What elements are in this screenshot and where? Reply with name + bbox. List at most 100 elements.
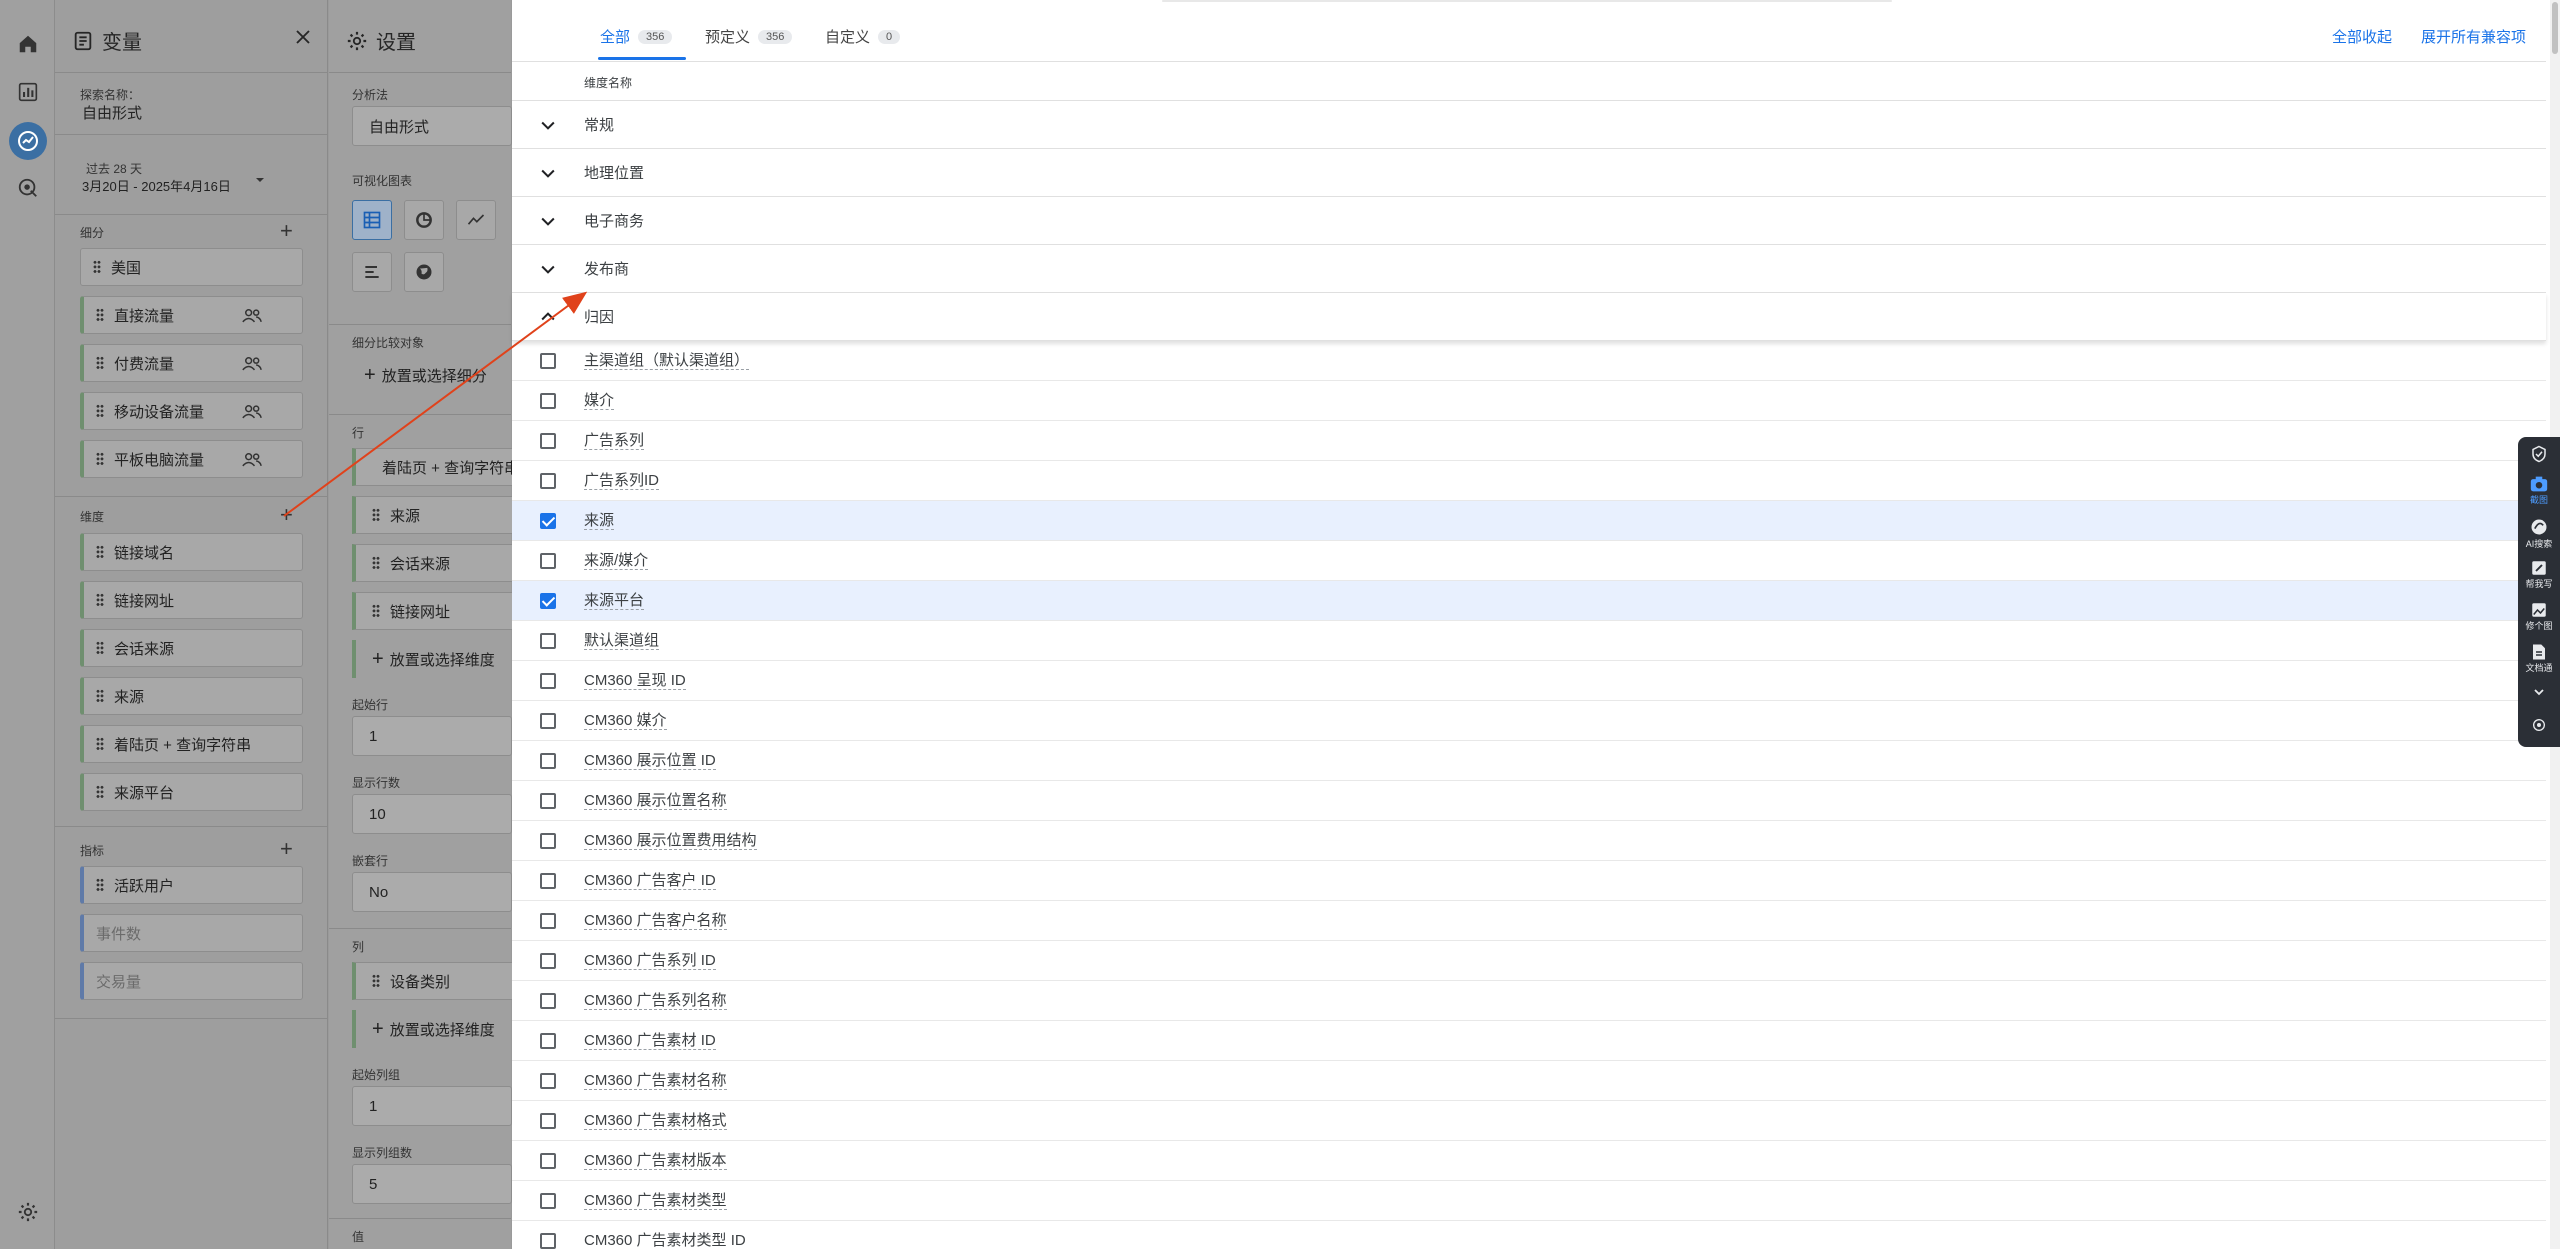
category-group[interactable]: 地理位置 [512,149,2546,197]
drag-handle-icon[interactable] [96,737,104,751]
target-icon[interactable] [2518,717,2560,733]
checkbox[interactable] [540,713,556,729]
dimension-row[interactable]: CM360 广告素材类型 ID [512,1221,2546,1249]
segment-chip[interactable]: 移动设备流量 [80,392,303,430]
line-viz-icon[interactable] [456,200,496,240]
row-dimension-chip[interactable]: 链接网址 [352,592,512,630]
dimension-row[interactable]: CM360 广告素材 ID [512,1021,2546,1061]
checkbox[interactable] [540,1193,556,1209]
dimension-row[interactable]: CM360 广告素材格式 [512,1101,2546,1141]
home-icon[interactable] [14,30,42,58]
drag-handle-icon[interactable] [96,404,104,418]
checkbox[interactable] [540,593,556,609]
checkbox[interactable] [540,953,556,969]
category-group[interactable]: 常规 [512,101,2546,149]
checkbox[interactable] [540,833,556,849]
segment-chip[interactable]: 美国 [80,248,303,286]
row-dimension-chip[interactable]: 着陆页 + 查询字符串 [352,448,519,486]
chevron-up-icon[interactable] [538,307,558,332]
dimension-row[interactable]: 来源平台 [512,581,2546,621]
checkbox[interactable] [540,673,556,689]
dimension-row[interactable]: CM360 广告素材版本 [512,1141,2546,1181]
image-edit-button[interactable]: 修个图 [2518,601,2560,632]
dimension-row[interactable]: CM360 展示位置 ID [512,741,2546,781]
drag-handle-icon[interactable] [96,308,104,322]
write-button[interactable]: 帮我写 [2518,559,2560,590]
checkbox[interactable] [540,1033,556,1049]
segment-chip[interactable]: 平板电脑流量 [80,440,303,478]
dimension-row[interactable]: CM360 展示位置费用结构 [512,821,2546,861]
segment-drop-zone[interactable]: + 放置或选择细分 [352,356,512,394]
explore-icon[interactable] [9,122,47,160]
dimension-chip[interactable]: 来源 [80,677,303,715]
add-metric-button[interactable]: + [280,838,293,860]
ai-search-button[interactable]: AI搜索 [2518,517,2560,550]
drag-handle-icon[interactable] [93,260,101,274]
add-dimension-button[interactable]: + [280,504,293,526]
start-row-input[interactable]: 1 [352,716,512,756]
chevron-down-icon[interactable] [538,163,558,188]
row-dimension-chip[interactable]: 会话来源 [352,544,512,582]
technique-select[interactable]: 自由形式 [352,106,512,146]
checkbox[interactable] [540,753,556,769]
dimension-row[interactable]: 默认渠道组 [512,621,2546,661]
tab-predefined[interactable]: 预定义 356 [705,26,793,47]
table-viz-icon[interactable] [352,200,392,240]
drag-handle-icon[interactable] [96,878,104,892]
dimension-row[interactable]: 媒介 [512,381,2546,421]
screenshot-button[interactable]: 截图 [2518,475,2560,506]
dimension-chip[interactable]: 链接网址 [80,581,303,619]
exploration-name-input[interactable]: 自由形式 [82,102,142,123]
checkbox[interactable] [540,393,556,409]
dimension-chip[interactable]: 会话来源 [80,629,303,667]
drag-handle-icon[interactable] [372,508,380,522]
dimension-chip[interactable]: 着陆页 + 查询字符串 [80,725,303,763]
dimension-row[interactable]: CM360 展示位置名称 [512,781,2546,821]
dimension-chip[interactable]: 链接域名 [80,533,303,571]
segment-chip[interactable]: 直接流量 [80,296,303,334]
bar-viz-icon[interactable] [352,252,392,292]
shield-icon[interactable] [2518,445,2560,463]
dimension-row[interactable]: CM360 媒介 [512,701,2546,741]
drag-handle-icon[interactable] [96,452,104,466]
reports-icon[interactable] [14,78,42,106]
segment-chip[interactable]: 付费流量 [80,344,303,382]
chevron-down-icon[interactable] [254,172,266,190]
checkbox[interactable] [540,553,556,569]
advertising-icon[interactable] [14,174,42,202]
category-group[interactable]: 归因 [512,293,2546,341]
checkbox[interactable] [540,633,556,649]
dimension-row[interactable]: 主渠道组（默认渠道组） [512,341,2546,381]
settings-icon[interactable] [14,1198,42,1226]
drag-handle-icon[interactable] [96,689,104,703]
drag-handle-icon[interactable] [96,641,104,655]
geo-viz-icon[interactable] [404,252,444,292]
dimension-row[interactable]: CM360 广告客户 ID [512,861,2546,901]
drag-handle-icon[interactable] [96,545,104,559]
dimension-row[interactable]: 广告系列 [512,421,2546,461]
close-icon[interactable] [294,28,312,51]
drag-handle-icon[interactable] [96,593,104,607]
scrollbar-thumb[interactable] [2552,2,2558,54]
checkbox[interactable] [540,1153,556,1169]
dimension-row[interactable]: CM360 广告客户名称 [512,901,2546,941]
date-range-value[interactable]: 3月20日 - 2025年4月16日 [82,176,231,195]
checkbox[interactable] [540,793,556,809]
document-button[interactable]: 文档通 [2518,643,2560,674]
category-group[interactable]: 发布商 [512,245,2546,293]
dimension-row[interactable]: CM360 广告系列名称 [512,981,2546,1021]
dimension-row[interactable]: CM360 广告素材类型 [512,1181,2546,1221]
dimension-row[interactable]: 来源/媒介 [512,541,2546,581]
checkbox[interactable] [540,1073,556,1089]
columns-drop-zone[interactable]: + 放置或选择维度 [352,1010,512,1048]
metric-chip[interactable]: 交易量 [80,962,303,1000]
nested-rows-select[interactable]: No [352,872,512,912]
dimension-chip[interactable]: 来源平台 [80,773,303,811]
tab-all[interactable]: 全部 356 [600,26,673,47]
dimension-row[interactable]: CM360 广告系列 ID [512,941,2546,981]
show-cols-select[interactable]: 5 [352,1164,512,1204]
checkbox[interactable] [540,473,556,489]
chevron-down-icon[interactable] [538,115,558,140]
checkbox[interactable] [540,433,556,449]
drag-handle-icon[interactable] [372,604,380,618]
